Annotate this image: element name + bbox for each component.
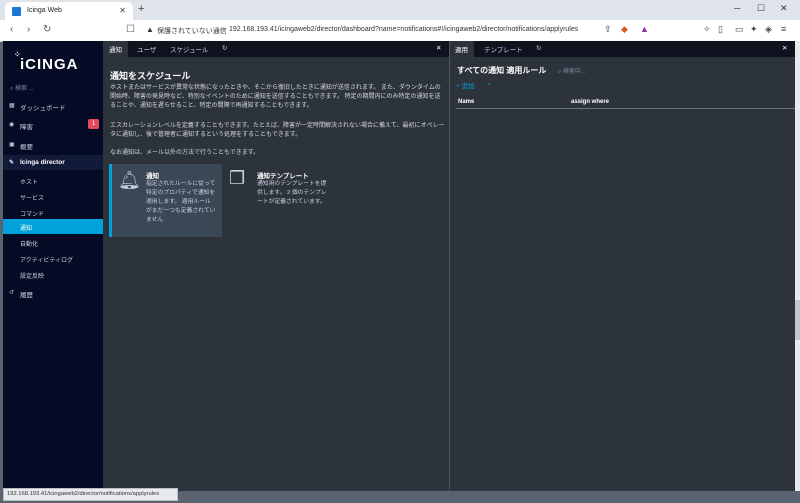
new-tab-button[interactable]: + [138, 3, 144, 15]
minimize-icon[interactable]: ─ [734, 3, 740, 13]
bookmark-icon[interactable]: ☐ [126, 24, 135, 35]
browser-tab-title: Icinga Web [27, 7, 62, 14]
sidebar-subitem-hosts[interactable]: ホスト [3, 173, 103, 188]
sidebar-search-input[interactable]: ⌕ 検索 ... [10, 83, 95, 93]
forward-icon[interactable]: › [27, 24, 30, 35]
tab-templates[interactable]: テンプレート [484, 44, 523, 54]
scrollbar-thumb[interactable] [795, 300, 800, 340]
right-pane [450, 57, 800, 491]
warning-icon: ▲ [146, 25, 154, 34]
history-icon: ↺ [9, 290, 15, 296]
bell-icon: 🔔︎ [118, 170, 141, 190]
sidebar-subitem-activity-log[interactable]: アクティビティログ [3, 251, 103, 266]
card-desc-notifications: 指定されたルールに従って特定のプロパティで通知を適用します。 適用ルールがまだ一… [146, 181, 216, 223]
chevron-down-icon[interactable]: ⌄ [486, 79, 492, 87]
page-title: 通知をスケジュール [110, 71, 191, 81]
card-desc-templates: 通知用のテンプレートを提供します。 2 個のテンプレートが定義されています。 [257, 181, 327, 205]
sidebar-subitem-services[interactable]: サービス [3, 189, 103, 204]
maximize-icon[interactable]: ☐ [757, 3, 765, 14]
wallet-icon[interactable]: ▭ [735, 24, 744, 35]
sidebar-subitem-notifications[interactable]: 通知 [3, 219, 103, 234]
description-paragraph-1: ホストまたはサービスが異常な状態になったときや、そこから復旧したときに通知が送信… [110, 85, 441, 109]
icinga-favicon-icon [12, 7, 21, 16]
url-text: 192.168.193.41/icingaweb2/director/dashb… [229, 26, 579, 33]
column-header-assign-where[interactable]: assign where [571, 99, 609, 105]
sidebar-item-dashboard[interactable]: ▦ ダッシュボード [3, 98, 103, 113]
tab-schedule[interactable]: スケジュール [170, 44, 209, 54]
back-icon[interactable]: ‹ [10, 24, 13, 35]
problems-count-badge: 1 [88, 119, 99, 129]
link-status-bar: 192.168.193.41/icingaweb2/director/notif… [3, 488, 178, 501]
add-button[interactable]: + 追加 [456, 80, 475, 90]
url-field[interactable]: ▲ 保護されていない通信 192.168.193.41/icingaweb2/d… [143, 24, 603, 38]
refresh-icon[interactable]: ↻ [222, 44, 227, 52]
table-header-divider [456, 108, 796, 109]
vpn-icon[interactable]: ◈ [765, 24, 772, 35]
column-header-name[interactable]: Name [458, 99, 474, 105]
dashboard-icon: ▦ [9, 103, 15, 109]
brave-rewards-icon[interactable]: ▲ [640, 24, 649, 34]
card-title-notifications: 通知 [146, 173, 159, 180]
sidebar-toggle-icon[interactable]: ▯ [718, 24, 723, 35]
browser-tab[interactable]: Icinga Web ✕ [5, 2, 133, 20]
sidebar-item-director[interactable]: ✎ Icinga director [3, 155, 103, 170]
reload-icon[interactable]: ↻ [43, 24, 51, 35]
tab-apply[interactable]: 適用 [455, 44, 468, 54]
sidebar-subitem-automation[interactable]: 自動化 [3, 235, 103, 250]
tab-users[interactable]: ユーザ [137, 44, 156, 54]
sidebar-item-overview[interactable]: ▣ 概要 [3, 137, 103, 152]
sidebar-subitem-deploy[interactable]: 設定反映 [3, 267, 103, 282]
sidebar-subitem-commands[interactable]: コマンド [3, 205, 103, 220]
security-label: 保護されていない通信 [157, 28, 227, 35]
close-pane-icon[interactable]: ✕ [436, 44, 441, 52]
menu-icon[interactable]: ≡ [781, 24, 786, 34]
refresh-icon[interactable]: ↻ [536, 44, 541, 52]
close-window-icon[interactable]: ✕ [780, 3, 788, 14]
warning-icon: ◉ [9, 122, 15, 128]
description-paragraph-2: エスカレーションレベルを定義することもできます。たとえば、障害が一定時間解決され… [110, 123, 445, 138]
extensions-icon[interactable]: ✧ [703, 24, 711, 35]
tab-notifications[interactable]: 通知 [109, 44, 122, 54]
close-tab-icon[interactable]: ✕ [119, 6, 126, 15]
right-search-input[interactable]: ⌕ 検索中... [558, 66, 586, 76]
leo-icon[interactable]: ✦ [750, 24, 758, 35]
share-icon[interactable]: ⇪ [604, 24, 612, 35]
cubes-icon: ❒ [229, 168, 246, 188]
right-pane-title: すべての通知 適用ルール [457, 66, 547, 75]
scrollbar[interactable] [795, 41, 800, 491]
card-title-templates[interactable]: 通知テンプレート [257, 170, 309, 180]
close-pane-icon[interactable]: ✕ [782, 44, 787, 52]
director-icon: ✎ [9, 160, 15, 166]
brave-shield-icon[interactable]: ◆ [621, 24, 628, 35]
sidebar-item-history[interactable]: ↺ 履歴 [3, 285, 103, 300]
overview-icon: ▣ [9, 142, 15, 148]
icinga-logo[interactable]: ⁘ iCINGA [14, 50, 79, 73]
description-paragraph-3: なお通知は、メール以外の方法で行うこともできます。 [110, 150, 260, 156]
